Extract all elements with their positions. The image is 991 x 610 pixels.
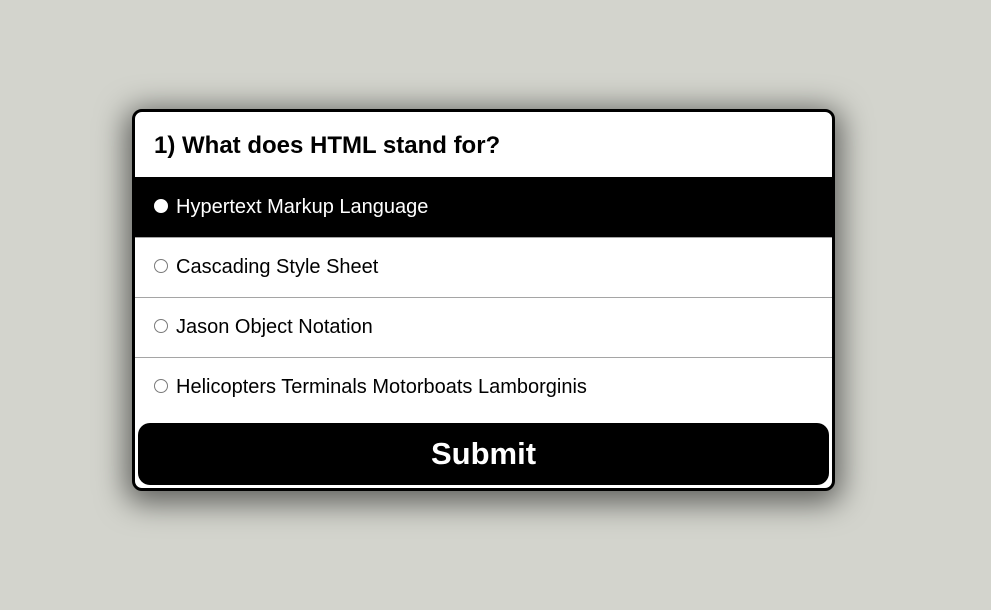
radio-button[interactable] [154,258,168,273]
answer-list: Hypertext Markup Language Cascading Styl… [135,177,832,417]
answer-label: Jason Object Notation [176,316,373,338]
answer-option-4[interactable]: Helicopters Terminals Motorboats Lamborg… [135,357,832,417]
radio-button[interactable] [154,318,168,333]
answer-label: Cascading Style Sheet [176,256,379,278]
radio-button[interactable] [154,378,168,393]
question-title: 1) What does HTML stand for? [154,132,501,159]
submit-button[interactable]: Submit [138,423,829,485]
answer-option-1[interactable]: Hypertext Markup Language [135,177,832,237]
answer-option-2[interactable]: Cascading Style Sheet [135,237,832,297]
answer-label: Hypertext Markup Language [176,196,429,218]
answer-option-3[interactable]: Jason Object Notation [135,297,832,357]
answer-label: Helicopters Terminals Motorboats Lamborg… [176,376,587,398]
radio-button[interactable] [154,198,168,213]
quiz-card: 1) What does HTML stand for? Hypertext M… [132,109,835,491]
